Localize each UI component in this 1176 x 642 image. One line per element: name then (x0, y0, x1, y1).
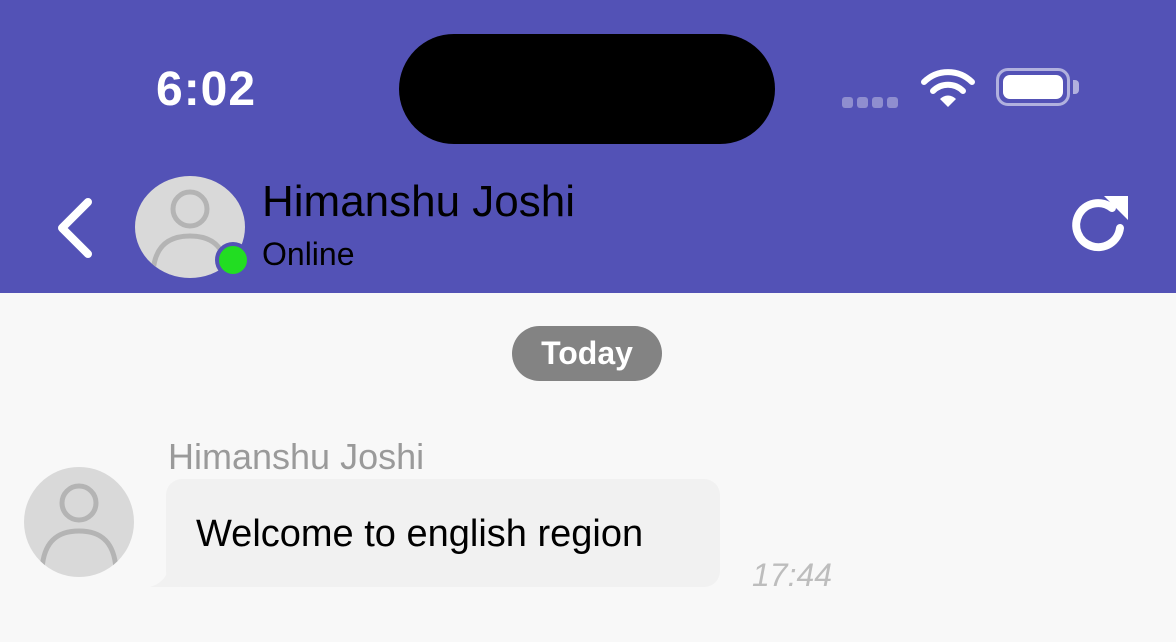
user-silhouette-icon (39, 483, 119, 570)
chevron-left-icon (58, 198, 92, 258)
status-time: 6:02 (156, 63, 257, 116)
battery-icon (996, 68, 1070, 106)
message-text: Welcome to english region (196, 513, 644, 555)
message-sender-name: Himanshu Joshi (168, 436, 425, 477)
battery-cap (1073, 80, 1079, 94)
refresh-button[interactable] (1064, 192, 1132, 260)
cellular-signal-icon (842, 95, 902, 108)
chat-header: 6:02 Himanshu Joshi Online (0, 0, 1176, 293)
dynamic-island (399, 34, 775, 144)
refresh-icon (1072, 196, 1128, 252)
date-separator: Today (512, 326, 662, 381)
message-timestamp: 17:44 (752, 557, 833, 593)
message-sender-avatar[interactable] (24, 467, 134, 577)
contact-status: Online (262, 236, 355, 272)
wifi-icon (921, 69, 975, 107)
back-button[interactable] (48, 192, 108, 264)
contact-name: Himanshu Joshi (262, 177, 576, 226)
online-status-dot (215, 242, 251, 278)
